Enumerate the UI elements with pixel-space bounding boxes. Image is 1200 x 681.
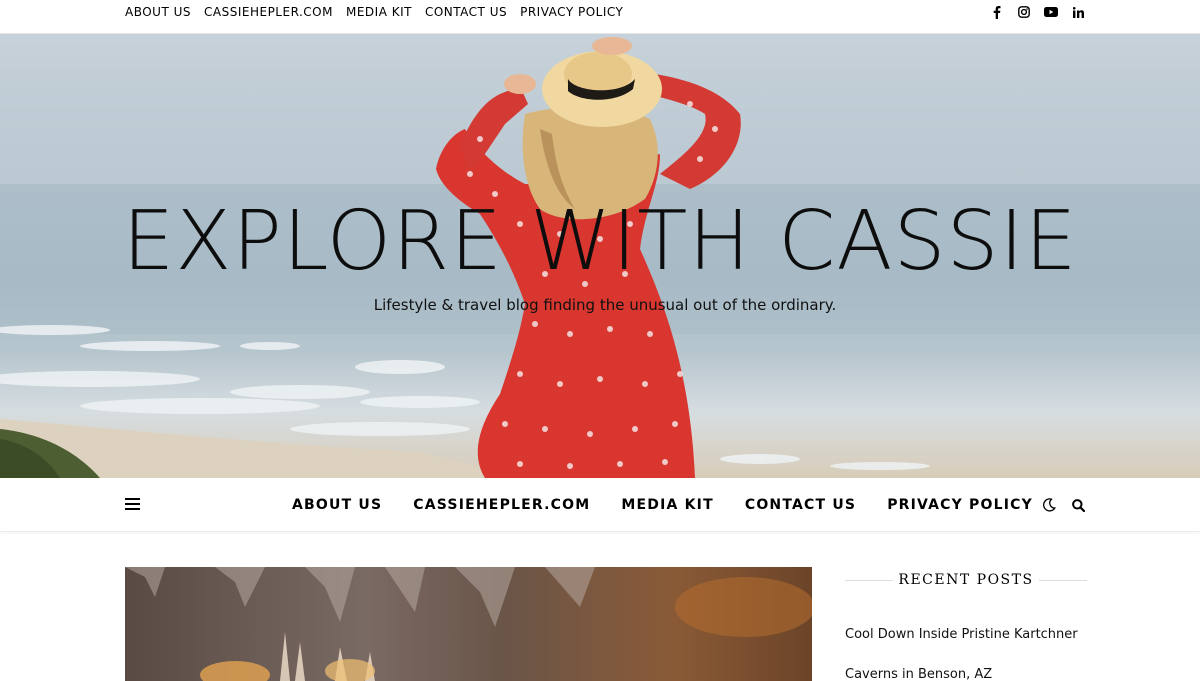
moon-icon[interactable] xyxy=(1042,496,1056,514)
top-nav-contact-us[interactable]: CONTACT US xyxy=(425,5,507,19)
site-tagline: Lifestyle & travel blog finding the unus… xyxy=(373,296,837,314)
instagram-icon[interactable] xyxy=(1016,4,1032,20)
site-title[interactable]: EXPLORE WITH CASSIE xyxy=(0,194,1200,289)
nav-tools xyxy=(1042,496,1085,514)
nav-about-us[interactable]: ABOUT US xyxy=(292,497,382,513)
hamburger-icon[interactable] xyxy=(125,498,140,510)
youtube-icon[interactable] xyxy=(1043,4,1059,20)
nav-cassiehepler[interactable]: CASSIEHEPLER.COM xyxy=(413,497,590,513)
main-navigation: ABOUT US CASSIEHEPLER.COM MEDIA KIT CONT… xyxy=(0,478,1200,532)
top-bar: ABOUT US CASSIEHEPLER.COM MEDIA KIT CONT… xyxy=(0,0,1200,34)
cavern-image xyxy=(125,567,812,681)
social-links xyxy=(989,4,1086,20)
nav-contact-us[interactable]: CONTACT US xyxy=(745,497,856,513)
top-nav-media-kit[interactable]: MEDIA KIT xyxy=(346,5,412,19)
top-nav-cassiehepler[interactable]: CASSIEHEPLER.COM xyxy=(204,5,333,19)
facebook-icon[interactable] xyxy=(989,4,1005,20)
main-nav-links: ABOUT US CASSIEHEPLER.COM MEDIA KIT CONT… xyxy=(292,478,1033,532)
top-nav-privacy-policy[interactable]: PRIVACY POLICY xyxy=(520,5,623,19)
hero-banner: EXPLORE WITH CASSIE Lifestyle & travel b… xyxy=(0,34,1200,478)
featured-post-image[interactable] xyxy=(125,567,812,681)
sidebar: RECENT POSTS Cool Down Inside Pristine K… xyxy=(845,567,1087,681)
nav-privacy-policy[interactable]: PRIVACY POLICY xyxy=(887,497,1033,513)
recent-posts-title: RECENT POSTS xyxy=(845,567,1087,593)
top-nav-about-us[interactable]: ABOUT US xyxy=(125,5,191,19)
top-navigation: ABOUT US CASSIEHEPLER.COM MEDIA KIT CONT… xyxy=(125,0,623,24)
recent-post-link[interactable]: Cool Down Inside Pristine Kartchner Cave… xyxy=(845,615,1087,681)
nav-media-kit[interactable]: MEDIA KIT xyxy=(621,497,713,513)
search-icon[interactable] xyxy=(1071,496,1085,514)
linkedin-icon[interactable] xyxy=(1070,4,1086,20)
